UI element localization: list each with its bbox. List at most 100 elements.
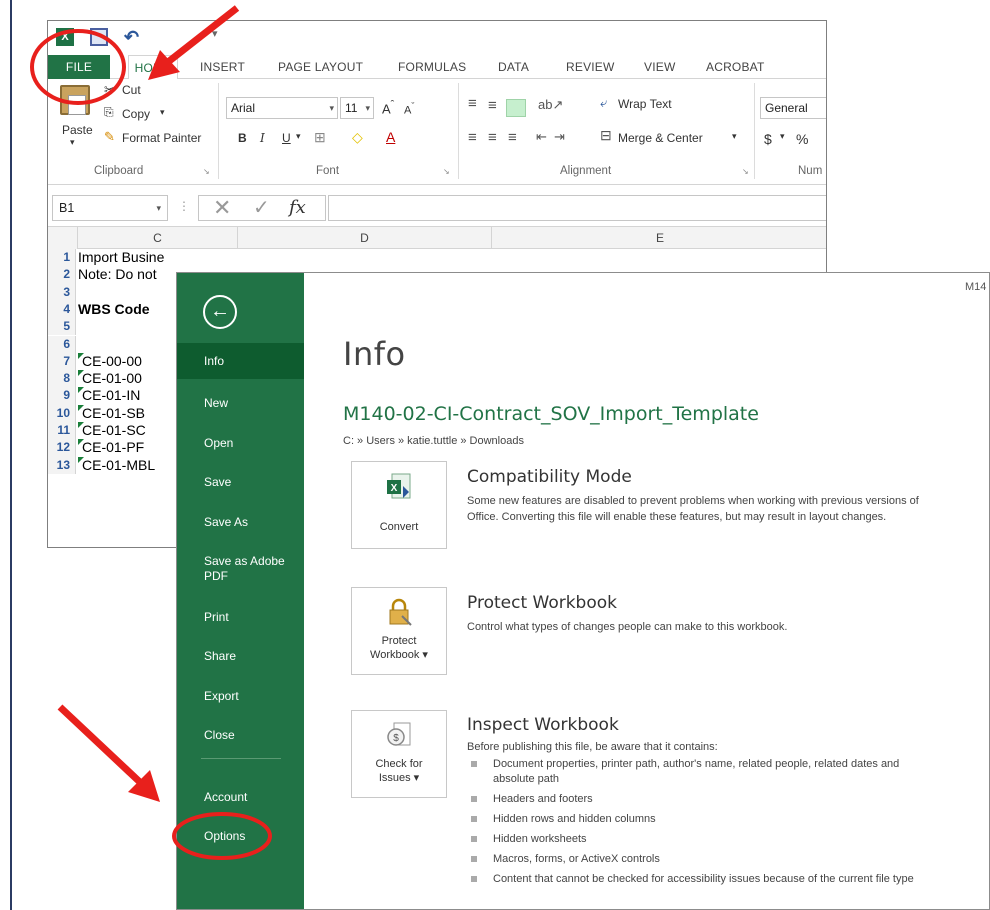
- cell-c[interactable]: Note: Do not: [78, 266, 157, 283]
- tab-acrobat[interactable]: ACROBAT: [706, 55, 765, 79]
- row-number[interactable]: 3: [48, 283, 76, 301]
- shrink-font-icon[interactable]: Aˇ: [404, 101, 414, 117]
- undo-icon[interactable]: ↶: [124, 28, 142, 46]
- merge-center-button[interactable]: Merge & Center: [618, 131, 703, 145]
- nav-close[interactable]: Close: [177, 728, 304, 743]
- align-middle-icon[interactable]: ≡: [488, 97, 497, 114]
- nav-options[interactable]: Options: [177, 829, 304, 844]
- nav-save-as-adobe-pdf[interactable]: Save as Adobe PDF: [177, 554, 287, 584]
- row-number[interactable]: 6: [48, 335, 76, 353]
- font-launcher-icon[interactable]: ↘: [443, 167, 450, 176]
- cell-c[interactable]: CE-01-SC: [82, 422, 146, 439]
- tab-page-layout[interactable]: PAGE LAYOUT: [278, 55, 363, 79]
- tab-home[interactable]: HOME: [128, 55, 178, 80]
- protect-workbook-button[interactable]: Protect Workbook ▾: [351, 587, 447, 675]
- font-color-icon[interactable]: A: [386, 129, 395, 145]
- row-number[interactable]: 9: [48, 387, 76, 405]
- nav-save[interactable]: Save: [177, 475, 304, 490]
- nav-export[interactable]: Export: [177, 689, 304, 704]
- cell-c[interactable]: CE-00-00: [82, 353, 142, 370]
- name-box[interactable]: B1 ▾: [52, 195, 168, 221]
- column-header-d[interactable]: D: [238, 227, 492, 249]
- cancel-icon[interactable]: ✕: [213, 196, 231, 220]
- tab-review[interactable]: REVIEW: [566, 55, 615, 79]
- enter-icon[interactable]: ✓: [253, 196, 270, 220]
- currency-dropdown-icon[interactable]: ▾: [780, 131, 785, 142]
- format-painter-button[interactable]: Format Painter: [122, 131, 201, 145]
- align-right-icon[interactable]: ≡: [508, 129, 517, 146]
- tab-formulas[interactable]: FORMULAS: [398, 55, 466, 79]
- table-row[interactable]: 1 Import Busine: [48, 249, 826, 267]
- wrap-text-button[interactable]: Wrap Text: [618, 97, 672, 111]
- nav-info[interactable]: Info: [177, 343, 304, 379]
- percent-button[interactable]: %: [796, 131, 808, 147]
- nav-new[interactable]: New: [177, 396, 304, 411]
- paste-icon[interactable]: [60, 85, 90, 115]
- check-for-issues-button[interactable]: $ Check for Issues ▾: [351, 710, 447, 798]
- convert-button[interactable]: X Convert: [351, 461, 447, 549]
- row-number[interactable]: 10: [48, 404, 76, 422]
- row-number[interactable]: 1: [48, 249, 76, 267]
- italic-button[interactable]: I: [260, 131, 265, 145]
- currency-button[interactable]: $: [764, 131, 772, 147]
- decrease-indent-icon[interactable]: ⇤: [536, 129, 547, 145]
- customize-qat-icon[interactable]: ▾: [212, 27, 218, 40]
- cell-c[interactable]: CE-01-MBL: [82, 457, 155, 474]
- tab-view[interactable]: VIEW: [644, 55, 675, 79]
- nav-share[interactable]: Share: [177, 649, 304, 664]
- merge-dropdown-icon[interactable]: ▾: [732, 131, 737, 142]
- select-all-corner[interactable]: [48, 227, 78, 249]
- align-bottom-icon[interactable]: [506, 99, 526, 117]
- insert-function-button[interactable]: fx: [289, 196, 306, 220]
- number-format-select[interactable]: General: [760, 97, 826, 119]
- row-number[interactable]: 7: [48, 352, 76, 371]
- back-arrow-icon[interactable]: ←: [203, 295, 237, 329]
- formula-input[interactable]: [328, 195, 826, 221]
- tab-insert[interactable]: INSERT: [200, 55, 245, 79]
- tab-data[interactable]: DATA: [498, 55, 529, 79]
- nav-account[interactable]: Account: [177, 790, 304, 805]
- cell-c[interactable]: WBS Code: [78, 301, 150, 318]
- row-number[interactable]: 12: [48, 439, 76, 457]
- paste-button[interactable]: Paste: [62, 123, 93, 137]
- nav-open[interactable]: Open: [177, 436, 304, 451]
- align-center-icon[interactable]: ≡: [488, 129, 497, 146]
- nav-save-as[interactable]: Save As: [177, 515, 304, 530]
- document-path[interactable]: C: » Users » katie.tuttle » Downloads: [343, 435, 524, 447]
- cell-c[interactable]: CE-01-00: [82, 370, 142, 387]
- cell-c[interactable]: Import Busine: [78, 249, 164, 266]
- row-number[interactable]: 11: [48, 422, 76, 440]
- save-icon[interactable]: [90, 28, 108, 46]
- cell-c[interactable]: CE-01-IN: [82, 387, 140, 404]
- cut-button[interactable]: Cut: [122, 83, 141, 97]
- grow-font-icon[interactable]: Aˆ: [382, 99, 394, 116]
- wrap-text-icon: ⤶: [600, 95, 608, 110]
- column-header-e[interactable]: E: [492, 227, 826, 249]
- row-number[interactable]: 5: [48, 318, 76, 336]
- copy-dropdown-icon[interactable]: ▾: [160, 107, 165, 118]
- font-name-select[interactable]: Arial ▾: [226, 97, 338, 119]
- column-header-c[interactable]: C: [78, 227, 238, 249]
- bold-button[interactable]: B: [238, 131, 247, 145]
- align-top-icon[interactable]: ≡: [468, 95, 477, 112]
- paste-dropdown-icon[interactable]: ▾: [70, 137, 75, 148]
- borders-icon[interactable]: ⊞: [314, 129, 326, 146]
- nav-print[interactable]: Print: [177, 610, 304, 625]
- row-number[interactable]: 13: [48, 456, 76, 474]
- fill-color-icon[interactable]: ◇: [352, 129, 363, 146]
- cell-c[interactable]: CE-01-PF: [82, 439, 144, 456]
- cell-c[interactable]: CE-01-SB: [82, 405, 145, 422]
- align-left-icon[interactable]: ≡: [468, 129, 477, 146]
- row-number[interactable]: 4: [48, 300, 76, 319]
- row-number[interactable]: 2: [48, 266, 76, 284]
- tab-file[interactable]: FILE: [48, 55, 110, 79]
- underline-button[interactable]: U: [282, 131, 291, 145]
- copy-button[interactable]: Copy: [122, 107, 150, 121]
- alignment-launcher-icon[interactable]: ↘: [742, 167, 749, 176]
- underline-dropdown-icon[interactable]: ▾: [296, 131, 301, 142]
- increase-indent-icon[interactable]: ⇥: [554, 129, 565, 145]
- font-size-select[interactable]: 11 ▾: [340, 97, 374, 119]
- orientation-icon[interactable]: ab↗: [538, 97, 563, 113]
- row-number[interactable]: 8: [48, 370, 76, 388]
- clipboard-launcher-icon[interactable]: ↘: [203, 167, 210, 176]
